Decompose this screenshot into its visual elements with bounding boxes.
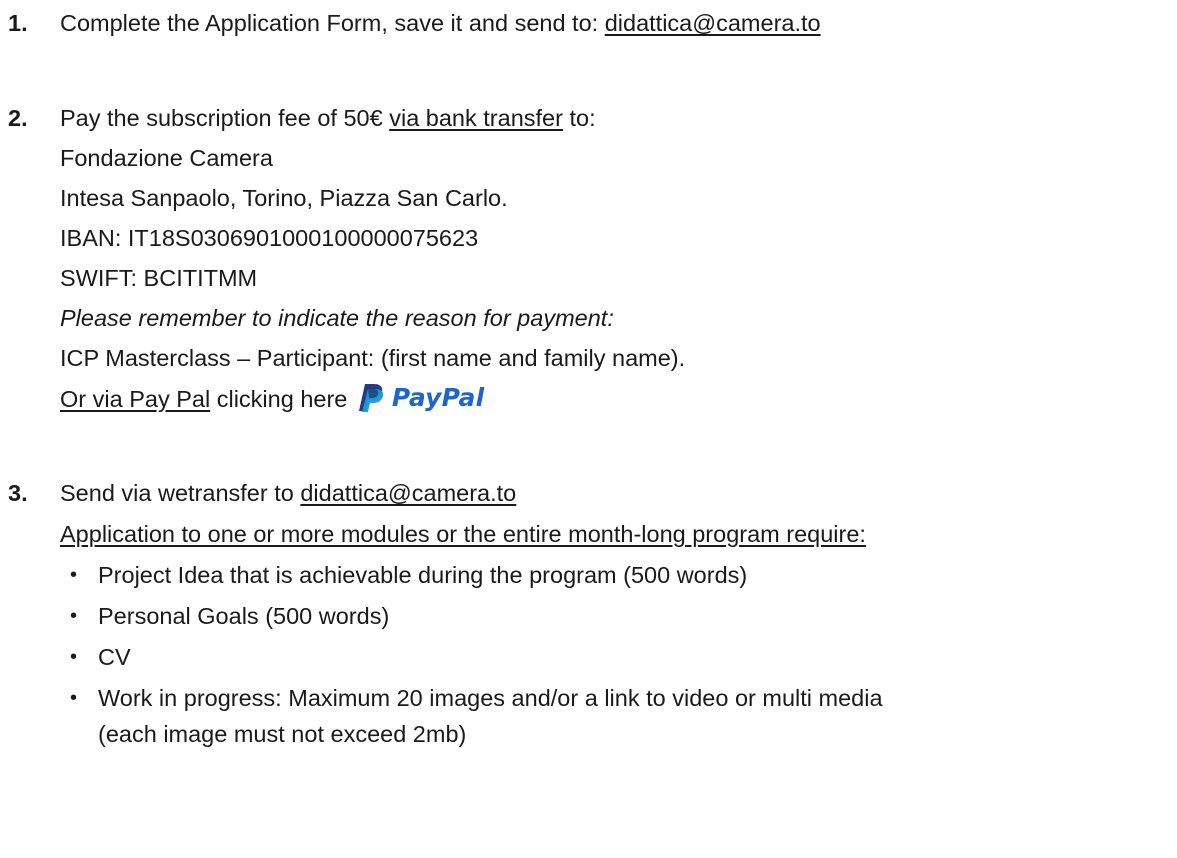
bullet-marker: • xyxy=(70,564,78,586)
step-1-number: 1. xyxy=(8,10,28,36)
bank-name: Intesa Sanpaolo, Torino, Piazza San Carl… xyxy=(60,185,508,211)
step-1-instruction: Complete the Application Form, save it a… xyxy=(60,10,605,36)
step-2-number: 2. xyxy=(8,105,28,131)
requirement-item-continued: (each image must not exceed 2mb) xyxy=(98,721,467,747)
payment-reason: ICP Masterclass – Participant: (first na… xyxy=(60,345,686,371)
step-1-text: Complete the Application Form, save it a… xyxy=(60,8,821,38)
bank-transfer-link[interactable]: via bank transfer xyxy=(389,105,563,131)
wetransfer-email-link[interactable]: didattica@camera.to xyxy=(300,480,516,506)
requirement-item: Work in progress: Maximum 20 images and/… xyxy=(98,685,883,711)
requirement-item: CV xyxy=(98,644,131,670)
step-2-instruction: Pay the subscription fee of 50€ xyxy=(60,105,390,131)
bullet-marker: • xyxy=(70,687,78,709)
paypal-link[interactable]: Or via Pay Pal xyxy=(60,386,210,412)
step-3-text: Send via wetransfer to didattica@camera.… xyxy=(60,478,516,508)
step-2-to: to: xyxy=(562,105,596,131)
requirement-item: Project Idea that is achievable during t… xyxy=(98,562,748,588)
paypal-wordmark: PayPal xyxy=(391,383,485,412)
recipient-name: Fondazione Camera xyxy=(60,145,273,171)
email-link[interactable]: didattica@camera.to xyxy=(605,10,821,36)
payment-reason-reminder: Please remember to indicate the reason f… xyxy=(60,305,614,331)
paypal-line: Or via Pay Pal clicking here PayPal xyxy=(60,383,484,414)
paypal-p-icon xyxy=(358,384,384,412)
swift: SWIFT: BCITITMM xyxy=(60,265,258,291)
paypal-suffix: clicking here xyxy=(210,386,354,412)
requirement-item: Personal Goals (500 words) xyxy=(98,603,390,629)
paypal-logo-button[interactable]: PayPal xyxy=(358,383,484,413)
iban: IBAN: IT18S0306901000100000075623 xyxy=(60,225,479,251)
step-2-text: Pay the subscription fee of 50€ via bank… xyxy=(60,103,596,133)
step-3-number: 3. xyxy=(8,480,28,506)
bullet-marker: • xyxy=(70,605,78,627)
bullet-marker: • xyxy=(70,646,78,668)
requirements-heading: Application to one or more modules or th… xyxy=(60,521,866,547)
step-3-instruction: Send via wetransfer to xyxy=(60,480,301,506)
